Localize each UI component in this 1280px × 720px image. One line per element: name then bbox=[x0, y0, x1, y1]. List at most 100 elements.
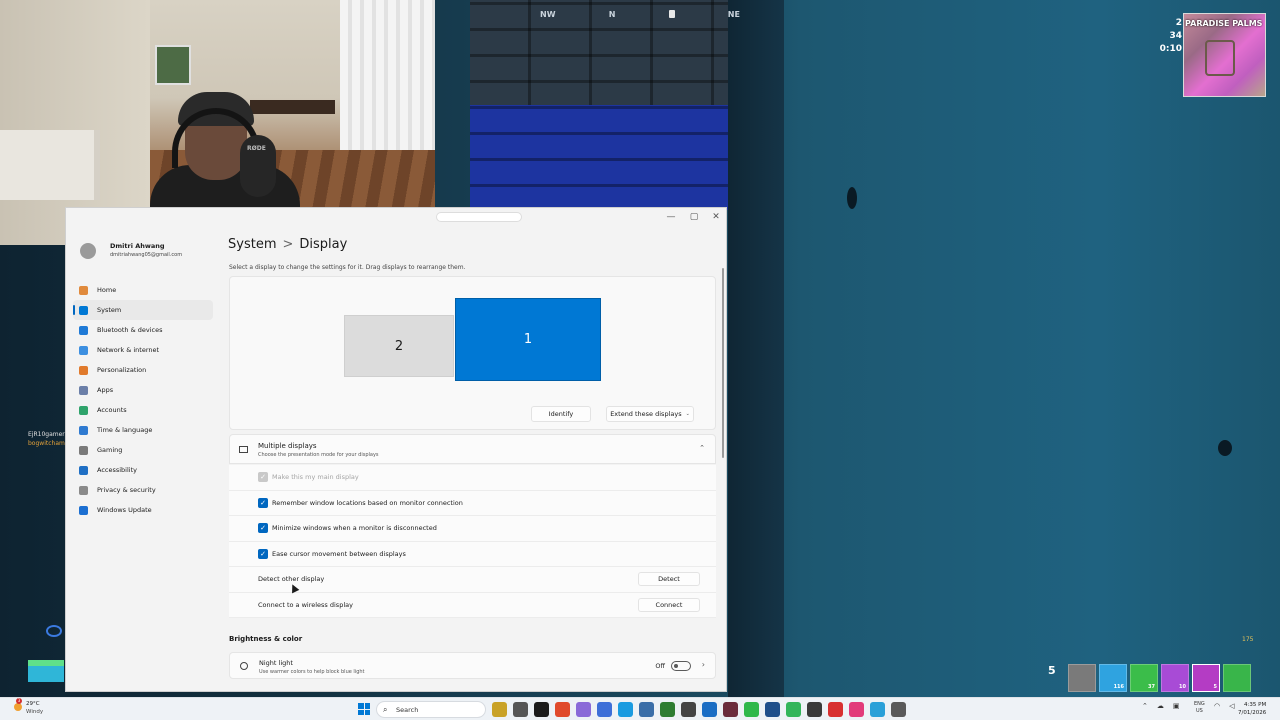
taskbar-app-icon[interactable] bbox=[870, 702, 885, 717]
cloud-icon[interactable]: ☁ bbox=[1157, 702, 1164, 710]
webcam-bench bbox=[0, 130, 100, 200]
identify-button[interactable]: Identify bbox=[531, 406, 591, 422]
maximize-icon[interactable]: ▢ bbox=[684, 210, 704, 224]
close-icon[interactable]: ✕ bbox=[706, 210, 726, 224]
multiple-displays-subtitle: Choose the presentation mode for your di… bbox=[258, 452, 379, 458]
search-placeholder: Search bbox=[396, 706, 419, 714]
taskbar-app-icon[interactable] bbox=[891, 702, 906, 717]
settings-nav: Home System Bluetooth & devices Network … bbox=[73, 280, 213, 520]
remember-locations-checkbox[interactable]: ✓ bbox=[258, 497, 268, 508]
hotbar-slot[interactable]: 10 bbox=[1161, 664, 1189, 692]
clock[interactable]: 4:35 PM 7/01/2026 bbox=[1238, 701, 1266, 717]
detect-display-label: Detect other display bbox=[258, 575, 325, 584]
region: US bbox=[1195, 708, 1203, 714]
taskbar-app-icon[interactable] bbox=[660, 702, 675, 717]
night-light-toggle[interactable] bbox=[671, 661, 691, 671]
taskbar-app-icon[interactable] bbox=[492, 702, 507, 717]
taskbar-app-icon[interactable] bbox=[576, 702, 591, 717]
players-remaining: 2 bbox=[1175, 18, 1182, 28]
taskbar-app-icon[interactable] bbox=[597, 702, 612, 717]
taskbar-app-icon[interactable] bbox=[786, 702, 801, 717]
nav-item-bluetooth[interactable]: Bluetooth & devices bbox=[73, 320, 213, 340]
breadcrumb-parent[interactable]: System bbox=[228, 237, 276, 252]
nav-item-personalization[interactable]: Personalization bbox=[73, 360, 213, 380]
extend-displays-label: Extend these displays bbox=[610, 410, 682, 418]
nav-item-network[interactable]: Network & internet bbox=[73, 340, 213, 360]
nav-item-apps[interactable]: Apps bbox=[73, 380, 213, 400]
game-pillar bbox=[728, 0, 784, 700]
taskbar-app-icon[interactable] bbox=[849, 702, 864, 717]
nav-item-accessibility[interactable]: Accessibility bbox=[73, 460, 213, 480]
taskbar-app-icon[interactable] bbox=[702, 702, 717, 717]
taskbar-search[interactable]: ⌕ Search bbox=[376, 701, 486, 718]
chevron-up-icon[interactable]: ⌃ bbox=[1142, 702, 1148, 710]
mic-brand: RØDE bbox=[247, 145, 266, 152]
page-title: Display bbox=[299, 237, 348, 252]
breadcrumb-separator: > bbox=[282, 237, 294, 252]
taskbar-app-icon[interactable] bbox=[639, 702, 654, 717]
windows-start-icon[interactable] bbox=[358, 703, 370, 715]
system-icon bbox=[79, 305, 88, 315]
monitor-2[interactable]: 2 bbox=[344, 315, 454, 377]
title-search-field[interactable] bbox=[436, 212, 522, 222]
system-tray: ⌃ ☁ ▣ bbox=[1142, 702, 1180, 710]
wifi-icon: ◠ bbox=[1214, 702, 1221, 710]
system-status-icons[interactable]: ◠ ◁ bbox=[1214, 702, 1235, 710]
nav-item-system[interactable]: System bbox=[73, 300, 213, 320]
hotbar-slot[interactable] bbox=[1068, 664, 1096, 692]
multiple-displays-icon bbox=[239, 446, 248, 453]
language-indicator[interactable]: ENG US bbox=[1194, 701, 1205, 715]
night-light-row[interactable]: Night light Use warmer colors to help bl… bbox=[229, 652, 716, 679]
option-label: Ease cursor movement between displays bbox=[272, 549, 406, 558]
ease-cursor-checkbox[interactable]: ✓ bbox=[258, 548, 268, 559]
weather-temp: 29°C bbox=[26, 701, 40, 707]
sun-icon bbox=[240, 662, 248, 670]
nav-item-privacy[interactable]: Privacy & security bbox=[73, 480, 213, 500]
taskbar-app-icon[interactable] bbox=[555, 702, 570, 717]
taskbar-app-icon[interactable] bbox=[534, 702, 549, 717]
detect-button[interactable]: Detect bbox=[638, 572, 700, 587]
monitor-1[interactable]: 1 bbox=[455, 298, 601, 381]
scrollbar[interactable] bbox=[722, 268, 724, 458]
language: ENG bbox=[1194, 701, 1205, 707]
minimize-icon[interactable]: — bbox=[661, 210, 681, 224]
display-hint: Select a display to change the settings … bbox=[229, 264, 466, 271]
hotbar-slot[interactable]: 37 bbox=[1130, 664, 1158, 692]
app-tray-icon[interactable]: ▣ bbox=[1173, 702, 1180, 710]
settings-window: — ▢ ✕ Dmitri Ahwang dmitriahwang05@gmail… bbox=[65, 207, 727, 692]
compass-marker-icon bbox=[668, 10, 675, 18]
connect-button[interactable]: Connect bbox=[638, 597, 700, 612]
search-icon: ⌕ bbox=[383, 705, 388, 714]
ammo-count: 175 bbox=[1242, 636, 1254, 643]
hotbar-slot[interactable]: 5 bbox=[1192, 664, 1220, 692]
night-light-title: Night light bbox=[259, 659, 293, 667]
shield-icon bbox=[79, 485, 88, 495]
nav-item-windows-update[interactable]: Windows Update bbox=[73, 500, 213, 520]
minimize-windows-checkbox[interactable]: ✓ bbox=[258, 523, 268, 534]
profile-email: dmitriahwang05@gmail.com bbox=[110, 252, 183, 258]
materials-count: 5 bbox=[1048, 664, 1056, 677]
compass-bar: NW N NE bbox=[540, 6, 740, 22]
nav-item-time-language[interactable]: Time & language bbox=[73, 420, 213, 440]
brush-icon bbox=[79, 365, 88, 375]
taskbar-app-icon[interactable] bbox=[744, 702, 759, 717]
hotbar-slot[interactable] bbox=[1223, 664, 1251, 692]
taskbar-apps bbox=[492, 702, 906, 717]
taskbar-app-icon[interactable] bbox=[765, 702, 780, 717]
nav-item-gaming[interactable]: Gaming bbox=[73, 440, 213, 460]
taskbar-app-icon[interactable] bbox=[513, 702, 528, 717]
weather-icon bbox=[14, 703, 22, 711]
eliminations: 34 bbox=[1169, 31, 1182, 41]
extend-displays-dropdown[interactable]: Extend these displays ⌄ bbox=[606, 406, 694, 422]
hotbar-slot[interactable]: 116 bbox=[1099, 664, 1127, 692]
taskbar-app-icon[interactable] bbox=[828, 702, 843, 717]
nav-item-home[interactable]: Home bbox=[73, 280, 213, 300]
taskbar-app-icon[interactable] bbox=[681, 702, 696, 717]
taskbar-app-icon[interactable] bbox=[618, 702, 633, 717]
wall-mark bbox=[1218, 440, 1232, 456]
nav-item-accounts[interactable]: Accounts bbox=[73, 400, 213, 420]
taskbar-app-icon[interactable] bbox=[807, 702, 822, 717]
weather-desc: Windy bbox=[26, 709, 44, 715]
taskbar-app-icon[interactable] bbox=[723, 702, 738, 717]
multiple-displays-header[interactable]: Multiple displays Choose the presentatio… bbox=[229, 434, 716, 464]
